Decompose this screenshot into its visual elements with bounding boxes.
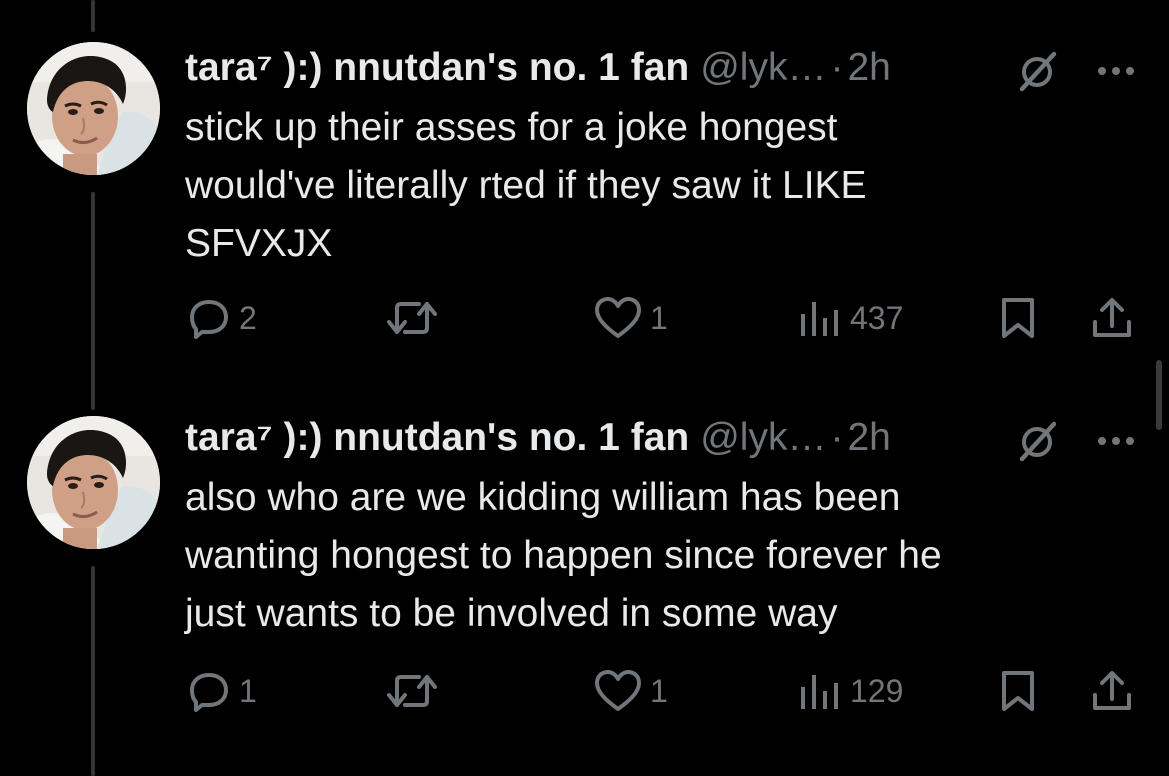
heart-icon: [595, 670, 641, 711]
views-button[interactable]: 437: [798, 293, 903, 343]
timestamp[interactable]: 2h: [847, 40, 890, 96]
avatar-photo: [27, 42, 160, 175]
separator-dot: ·: [830, 416, 844, 459]
display-name[interactable]: tara⁷ ):) nnutdan's no. 1 fan: [185, 40, 689, 96]
thread-line-top: [91, 0, 95, 32]
action-bar: 2 1 437: [0, 293, 1169, 343]
repost-button[interactable]: [385, 293, 447, 343]
bookmark-icon: [1002, 298, 1034, 338]
reply-count: 2: [239, 300, 257, 336]
user-handle[interactable]: @lyk…: [700, 410, 826, 466]
like-count: 1: [650, 673, 668, 709]
tweet-text: stick up their asses for a joke hongest …: [185, 106, 867, 265]
more-icon[interactable]: [1093, 431, 1139, 451]
repost-button[interactable]: [385, 666, 447, 716]
timestamp[interactable]: 2h: [847, 410, 890, 466]
views-button[interactable]: 129: [798, 666, 903, 716]
user-handle[interactable]: @lyk…: [700, 40, 826, 96]
tweet[interactable]: tara⁷ ):) nnutdan's no. 1 fan @lyk… · 2h…: [0, 410, 1169, 740]
tweet[interactable]: tara⁷ ):) nnutdan's no. 1 fan @lyk… · 2h…: [0, 40, 1169, 370]
views-chart-icon: [801, 675, 838, 709]
reply-icon: [190, 300, 228, 339]
share-button[interactable]: [1090, 666, 1134, 716]
tweet-header: tara⁷ ):) nnutdan's no. 1 fan @lyk… · 2h: [185, 410, 891, 466]
more-icon[interactable]: [1093, 61, 1139, 81]
grok-icon[interactable]: [1014, 49, 1060, 95]
reply-button[interactable]: 1: [187, 666, 257, 716]
heart-icon: [595, 297, 641, 338]
repost-icon: [387, 302, 437, 334]
reply-icon: [190, 673, 228, 712]
avatar[interactable]: [27, 416, 160, 549]
like-button[interactable]: 1: [594, 293, 668, 343]
repost-icon: [387, 675, 437, 707]
separator-dot: ·: [830, 46, 844, 89]
reply-button[interactable]: 2: [187, 293, 257, 343]
views-count: 437: [850, 300, 904, 336]
tweet-header: tara⁷ ):) nnutdan's no. 1 fan @lyk… · 2h: [185, 40, 891, 96]
bookmark-button[interactable]: [998, 666, 1038, 716]
action-bar: 1 1 129: [0, 666, 1169, 716]
tweet-text: also who are we kidding william has been…: [185, 476, 942, 635]
views-count: 129: [850, 673, 904, 709]
share-button[interactable]: [1090, 293, 1134, 343]
grok-icon[interactable]: [1014, 419, 1060, 465]
like-button[interactable]: 1: [594, 666, 668, 716]
bookmark-icon: [1002, 671, 1034, 711]
share-icon: [1093, 298, 1131, 337]
bookmark-button[interactable]: [998, 293, 1038, 343]
avatar[interactable]: [27, 42, 160, 175]
avatar-photo: [27, 416, 160, 549]
like-count: 1: [650, 300, 668, 336]
views-chart-icon: [801, 302, 838, 336]
display-name[interactable]: tara⁷ ):) nnutdan's no. 1 fan: [185, 410, 689, 466]
reply-count: 1: [239, 673, 257, 709]
share-icon: [1093, 671, 1131, 710]
